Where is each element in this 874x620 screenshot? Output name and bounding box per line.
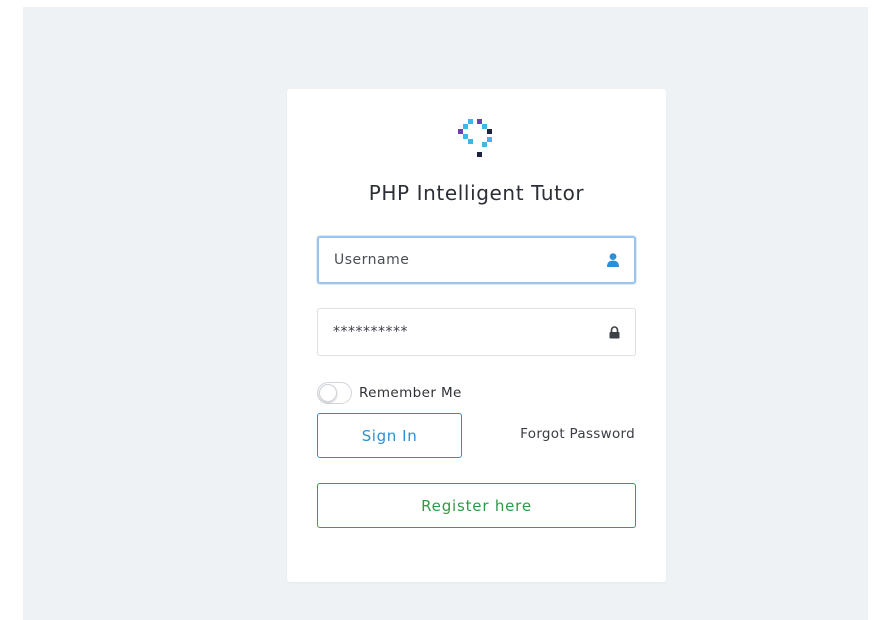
login-card: PHP Intelligent Tutor Username *********… (287, 89, 666, 582)
username-input[interactable] (319, 238, 606, 282)
password-input[interactable] (318, 309, 607, 355)
toggle-knob (319, 384, 337, 402)
username-field[interactable] (317, 236, 636, 284)
password-field[interactable] (317, 308, 636, 356)
user-icon (606, 252, 620, 268)
app-logo (458, 119, 492, 157)
remember-me-label[interactable]: Remember Me (359, 385, 462, 401)
remember-me-toggle[interactable] (317, 382, 352, 404)
sign-in-button[interactable]: Sign In (317, 413, 462, 458)
app-title: PHP Intelligent Tutor (368, 181, 585, 205)
page-background: PHP Intelligent Tutor Username *********… (23, 7, 868, 620)
lock-icon (607, 324, 621, 340)
remember-me-row: Remember Me (317, 382, 462, 404)
register-button[interactable]: Register here (317, 483, 636, 528)
forgot-password-link[interactable]: Forgot Password (520, 426, 635, 442)
